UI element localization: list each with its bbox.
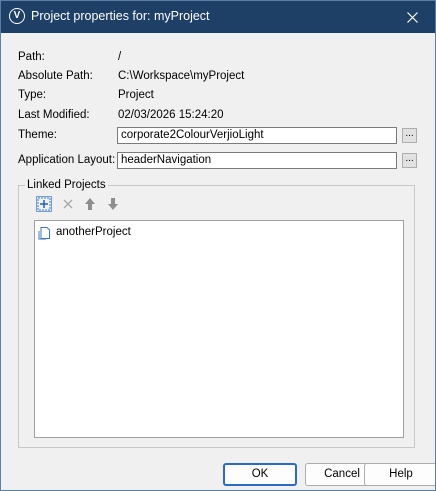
theme-label: Theme:	[18, 129, 57, 141]
remove-linked-project-button[interactable]	[60, 196, 76, 212]
linked-projects-list[interactable]: anotherProject	[34, 220, 404, 438]
add-icon	[37, 197, 51, 211]
ok-button[interactable]: OK	[223, 463, 297, 486]
path-value: /	[118, 51, 122, 63]
add-linked-project-button[interactable]	[36, 196, 52, 212]
title-bar[interactable]: V Project properties for: myProject	[1, 1, 435, 33]
project-properties-dialog: V Project properties for: myProject Path…	[0, 0, 436, 491]
app-logo-icon: V	[9, 8, 25, 24]
theme-field[interactable]: corporate2ColourVerjioLight	[117, 127, 397, 144]
help-button[interactable]: Help	[364, 463, 435, 486]
linked-projects-label: Linked Projects	[25, 179, 108, 191]
layout-browse-button[interactable]: ...	[402, 153, 417, 168]
close-icon	[406, 11, 418, 23]
type-value: Project	[118, 89, 154, 101]
list-item-label: anotherProject	[56, 226, 131, 238]
path-label: Path:	[18, 51, 45, 63]
type-label: Type:	[18, 89, 47, 101]
absolute-path-value: C:\Workspace\myProject	[118, 70, 245, 82]
move-down-icon	[108, 198, 118, 210]
project-icon	[38, 227, 50, 240]
theme-browse-button[interactable]: ...	[402, 128, 417, 143]
move-up-button[interactable]	[82, 196, 98, 212]
application-layout-label: Application Layout:	[18, 154, 116, 166]
last-modified-value: 02/03/2026 15:24:20	[118, 109, 224, 121]
remove-icon	[63, 199, 73, 209]
application-layout-field[interactable]: headerNavigation	[117, 152, 397, 169]
absolute-path-label: Absolute Path:	[18, 70, 93, 82]
dialog-title: Project properties for: myProject	[31, 9, 210, 23]
last-modified-label: Last Modified:	[18, 109, 90, 121]
move-down-button[interactable]	[105, 196, 121, 212]
close-button[interactable]	[389, 1, 435, 33]
move-up-icon	[85, 198, 95, 210]
